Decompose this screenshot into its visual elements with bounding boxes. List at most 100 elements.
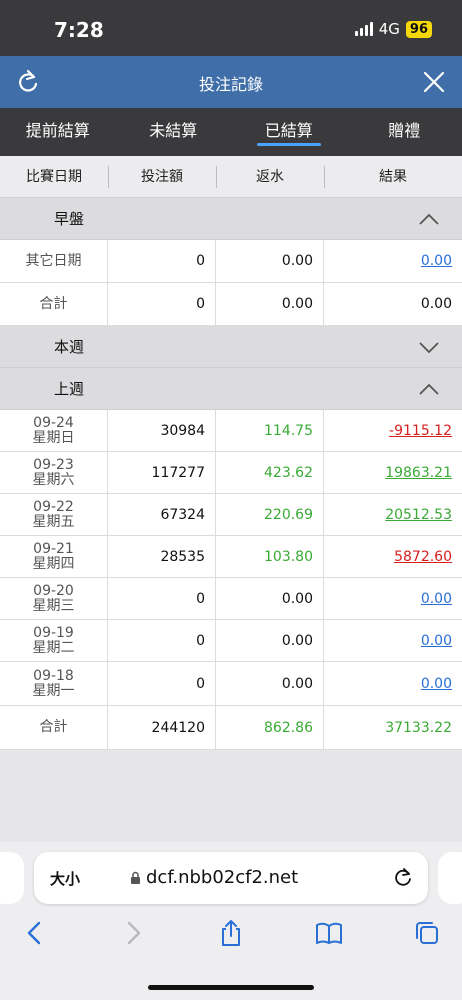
tabs-icon <box>416 922 438 944</box>
status-indicators: 4G 96 <box>354 20 432 38</box>
col-result: 結果 <box>324 156 462 197</box>
table-row: 09-22 星期五 67324 220.69 20512.53 <box>0 494 462 536</box>
weekday-text: 星期二 <box>32 639 75 656</box>
rebate-cell: 0.00 <box>216 240 324 282</box>
share-icon <box>222 920 240 946</box>
total-amount: 244120 <box>108 706 216 749</box>
weekday-text: 星期五 <box>32 513 75 530</box>
browser-nav <box>0 918 462 958</box>
total-amount: 0 <box>108 283 216 325</box>
total-label: 合計 <box>0 283 108 325</box>
rebate-cell: 220.69 <box>216 494 324 535</box>
tab-early-settlement[interactable]: 提前結算 <box>0 108 116 156</box>
address-bar[interactable]: 大小 dcf.nbb02cf2.net <box>34 852 428 904</box>
result-link[interactable]: 0.00 <box>324 620 462 661</box>
table-row: 其它日期 0 0.00 0.00 <box>0 240 462 283</box>
table-row: 09-20 星期三 0 0.00 0.00 <box>0 578 462 620</box>
total-label: 合計 <box>0 706 108 749</box>
url-text: dcf.nbb02cf2.net <box>146 867 299 888</box>
amount-cell: 28535 <box>108 536 216 577</box>
section-last-week[interactable]: 上週 <box>0 368 462 410</box>
amount-cell: 0 <box>108 240 216 282</box>
date-text: 09-21 <box>33 540 74 557</box>
section-title: 上週 <box>53 380 84 398</box>
date-cell: 09-20 星期三 <box>0 578 108 619</box>
amount-cell: 30984 <box>108 410 216 451</box>
section-title: 早盤 <box>53 210 84 228</box>
book-icon <box>316 922 342 944</box>
col-match-date: 比賽日期 <box>26 169 82 185</box>
total-row: 合計 244120 862.86 37133.22 <box>0 706 462 750</box>
tab-bar: 提前結算 未結算 已結算 贈禮 <box>0 108 462 156</box>
chevron-right-icon <box>127 921 141 945</box>
table-row: 09-23 星期六 117277 423.62 19863.21 <box>0 452 462 494</box>
network-label: 4G <box>378 20 400 38</box>
table-row: 09-24 星期日 30984 114.75 -9115.12 <box>0 410 462 452</box>
chevron-up-icon <box>419 383 439 395</box>
date-cell: 其它日期 <box>0 240 108 282</box>
weekday-text: 星期一 <box>32 682 75 699</box>
date-cell: 09-21 星期四 <box>0 536 108 577</box>
section-early[interactable]: 早盤 <box>0 198 462 240</box>
amount-cell: 0 <box>108 620 216 661</box>
amount-cell: 0 <box>108 578 216 619</box>
weekday-text: 星期日 <box>32 429 75 446</box>
next-tab-preview[interactable] <box>438 852 462 904</box>
browser-toolbar: 大小 dcf.nbb02cf2.net <box>0 842 462 1000</box>
section-this-week[interactable]: 本週 <box>0 326 462 368</box>
back-button[interactable] <box>20 918 50 948</box>
result-link[interactable]: 5872.60 <box>324 536 462 577</box>
prev-tab-preview[interactable] <box>0 852 24 904</box>
status-time: 7:28 <box>54 18 104 42</box>
result-link[interactable]: -9115.12 <box>324 410 462 451</box>
date-text: 09-23 <box>33 456 74 473</box>
date-cell: 09-23 星期六 <box>0 452 108 493</box>
rebate-cell: 103.80 <box>216 536 324 577</box>
close-button[interactable] <box>420 68 448 96</box>
table-row: 09-18 星期一 0 0.00 0.00 <box>0 662 462 706</box>
date-cell: 09-18 星期一 <box>0 662 108 705</box>
result-link[interactable]: 0.00 <box>324 662 462 705</box>
forward-button[interactable] <box>118 918 148 948</box>
col-bet-amount: 投注額 <box>108 156 216 197</box>
date-cell: 09-24 星期日 <box>0 410 108 451</box>
result-link[interactable]: 20512.53 <box>324 494 462 535</box>
rebate-cell: 0.00 <box>216 578 324 619</box>
chevron-down-icon <box>419 342 439 354</box>
total-rebate: 0.00 <box>216 283 324 325</box>
app-header: 投注記錄 <box>0 56 462 108</box>
home-indicator[interactable] <box>148 985 314 990</box>
rebate-cell: 0.00 <box>216 662 324 705</box>
battery-icon: 96 <box>405 20 432 38</box>
table-row: 09-19 星期二 0 0.00 0.00 <box>0 620 462 662</box>
tab-unsettled[interactable]: 未結算 <box>116 108 232 156</box>
weekday-text: 星期六 <box>32 471 75 488</box>
result-link[interactable]: 19863.21 <box>324 452 462 493</box>
table-header: 比賽日期 投注額 返水 結果 <box>0 156 462 198</box>
share-button[interactable] <box>216 918 246 948</box>
table-row: 09-21 星期四 28535 103.80 5872.60 <box>0 536 462 578</box>
status-bar: 7:28 4G 96 <box>0 0 462 56</box>
tab-settled[interactable]: 已結算 <box>231 108 347 156</box>
date-text: 09-22 <box>33 498 74 515</box>
total-rebate: 862.86 <box>216 706 324 749</box>
signal-icon <box>354 22 373 36</box>
tab-gifts[interactable]: 贈禮 <box>347 108 462 156</box>
tabs-button[interactable] <box>412 918 442 948</box>
total-row: 合計 0 0.00 0.00 <box>0 283 462 326</box>
result-link[interactable]: 0.00 <box>324 240 462 282</box>
date-text: 09-20 <box>33 582 74 599</box>
date-text: 09-18 <box>33 667 74 684</box>
date-text: 09-24 <box>33 414 74 431</box>
text-size-button[interactable]: 大小 <box>50 868 80 889</box>
result-link[interactable]: 0.00 <box>324 578 462 619</box>
amount-cell: 117277 <box>108 452 216 493</box>
total-result: 37133.22 <box>385 719 452 736</box>
close-icon <box>423 71 445 93</box>
chevron-up-icon <box>419 213 439 225</box>
col-rebate: 返水 <box>216 156 324 197</box>
reload-icon[interactable] <box>392 866 414 888</box>
lock-icon <box>131 871 140 884</box>
weekday-text: 星期三 <box>32 597 75 614</box>
bookmarks-button[interactable] <box>314 918 344 948</box>
